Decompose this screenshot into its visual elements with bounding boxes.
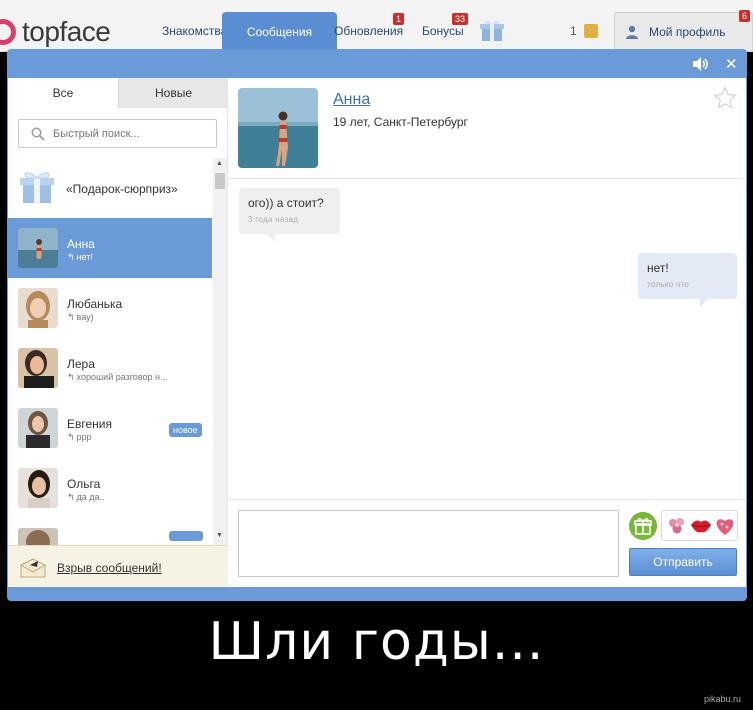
- search-icon: [31, 127, 45, 141]
- contact-name: Лера: [67, 357, 95, 371]
- contact-item[interactable]: Лера ↰ хороший разговор н...: [8, 338, 212, 398]
- sticker-picker[interactable]: [661, 510, 738, 541]
- send-gift-icon[interactable]: [629, 512, 657, 540]
- my-profile-button[interactable]: Мой профиль: [614, 12, 753, 52]
- reply-icon: ↰: [67, 252, 75, 262]
- profile-count-badge: 6: [739, 10, 751, 22]
- contact-item[interactable]: Любанька ↰ вау): [8, 278, 212, 338]
- contact-item[interactable]: Ольга ↰ да да..: [8, 458, 212, 518]
- tab-new[interactable]: Новые: [118, 78, 228, 108]
- tab-all[interactable]: Все: [8, 78, 118, 108]
- composer-divider: [229, 499, 746, 500]
- contact-name: Евгения: [67, 417, 112, 431]
- coins-icon: [584, 24, 598, 38]
- last-message-text: вау): [76, 312, 94, 322]
- contact-item[interactable]: [8, 518, 212, 545]
- last-message-text: да да..: [76, 492, 105, 502]
- contact-last-message: ↰ вау): [67, 312, 94, 323]
- message-time: только что: [647, 280, 690, 289]
- flower-sticker-icon[interactable]: [666, 515, 688, 537]
- scroll-up-icon[interactable]: ▲: [216, 160, 223, 167]
- scroll-down-icon[interactable]: ▼: [216, 532, 223, 539]
- nav-updates[interactable]: Обновления: [334, 24, 403, 38]
- heart-sticker-icon[interactable]: [714, 515, 736, 537]
- message-blast-bar: Взрыв сообщений!: [8, 545, 228, 587]
- incoming-message: ого)) а стоит? 3 года назад: [239, 188, 340, 242]
- envelope-blast-icon: [20, 558, 46, 578]
- nav-dating[interactable]: Знакомства: [162, 24, 227, 38]
- conversation-panel: Анна 19 лет, Санкт-Петербург ого)) а сто…: [229, 78, 746, 587]
- meme-caption: Шли годы...: [208, 612, 545, 672]
- last-message-text: нет!: [76, 252, 93, 262]
- dialogs-panel: Все Новые Быстрый поиск... «Подарок-сюрп…: [8, 78, 228, 587]
- contact-name: Анна: [67, 237, 95, 251]
- contact-name: Ольга: [67, 477, 101, 491]
- profile-photo[interactable]: [238, 88, 318, 168]
- contact-last-message: ↰ нет!: [67, 252, 93, 263]
- outgoing-message: нет! только что: [638, 253, 737, 307]
- window-header: ✕: [7, 49, 747, 78]
- site-header: topface Знакомства Сообщения Обновления …: [0, 0, 753, 52]
- gift-icon[interactable]: [479, 18, 505, 42]
- search-input[interactable]: [53, 120, 213, 147]
- lips-sticker-icon[interactable]: [690, 516, 712, 536]
- updates-count-badge: 1: [393, 13, 405, 25]
- new-badge-partial: [169, 531, 203, 541]
- send-button[interactable]: Отправить: [629, 548, 737, 576]
- site-logo[interactable]: topface: [0, 14, 111, 50]
- scroll-thumb[interactable]: [215, 173, 225, 189]
- star-icon[interactable]: [713, 86, 737, 110]
- logo-mark-icon: [0, 19, 16, 45]
- header-divider: [229, 178, 746, 179]
- screenshot-frame: topface Знакомства Сообщения Обновления …: [0, 0, 753, 710]
- contact-avatar: [18, 228, 58, 268]
- new-badge: новое: [169, 423, 202, 437]
- nav-messages-tab[interactable]: Сообщения: [222, 12, 337, 52]
- message-text: нет!: [647, 261, 669, 275]
- search-box: [18, 119, 217, 148]
- contact-name: Любанька: [67, 297, 123, 311]
- logo-text: topface: [22, 16, 111, 47]
- user-icon: [626, 25, 638, 39]
- window-body: Все Новые Быстрый поиск... «Подарок-сюрп…: [8, 78, 746, 587]
- contact-avatar: [18, 528, 58, 545]
- gift-surprise-item[interactable]: «Подарок-сюрприз»: [8, 158, 212, 218]
- contact-last-message: ↰ хороший разговор н...: [67, 372, 168, 383]
- reply-icon: ↰: [67, 432, 75, 442]
- reply-icon: ↰: [67, 492, 75, 502]
- contact-avatar: [18, 288, 58, 328]
- coins-count: 1: [570, 24, 577, 38]
- sound-icon[interactable]: [691, 56, 709, 72]
- profile-info: 19 лет, Санкт-Петербург: [333, 115, 468, 129]
- bonuses-count-badge: 33: [452, 13, 469, 25]
- message-blast-link[interactable]: Взрыв сообщений!: [57, 561, 162, 575]
- contact-list-scrollbar[interactable]: ▲ ▼: [213, 158, 227, 545]
- contact-avatar: [18, 408, 58, 448]
- message-time: 3 года назад: [248, 215, 299, 224]
- contact-item[interactable]: Евгения ↰ ррр новое: [8, 398, 212, 458]
- contact-avatar: [18, 468, 58, 508]
- contact-last-message: ↰ ррр: [67, 432, 92, 443]
- reply-icon: ↰: [67, 312, 75, 322]
- message-input[interactable]: [238, 510, 619, 577]
- last-message-text: хороший разговор н...: [76, 372, 168, 382]
- gift-box-icon: [20, 172, 54, 203]
- messages-window: ✕ Все Новые Быстрый поиск... «Подарок-сю…: [7, 49, 747, 601]
- message-text: ого)) а стоит?: [248, 196, 324, 210]
- contact-last-message: ↰ да да..: [67, 492, 105, 503]
- contact-item[interactable]: Анна ↰ нет!: [8, 218, 212, 278]
- close-icon[interactable]: ✕: [725, 55, 738, 73]
- my-profile-label: Мой профиль: [649, 25, 726, 39]
- gift-surprise-label: «Подарок-сюрприз»: [66, 182, 178, 196]
- contact-avatar: [18, 348, 58, 388]
- reply-icon: ↰: [67, 372, 75, 382]
- nav-bonuses[interactable]: Бонусы: [422, 24, 464, 38]
- contact-list: «Подарок-сюрприз» Анна ↰ нет! Любанька ↰…: [8, 158, 212, 545]
- profile-name-link[interactable]: Анна: [333, 91, 370, 109]
- watermark: pikabu.ru: [704, 694, 742, 704]
- last-message-text: ррр: [76, 432, 92, 442]
